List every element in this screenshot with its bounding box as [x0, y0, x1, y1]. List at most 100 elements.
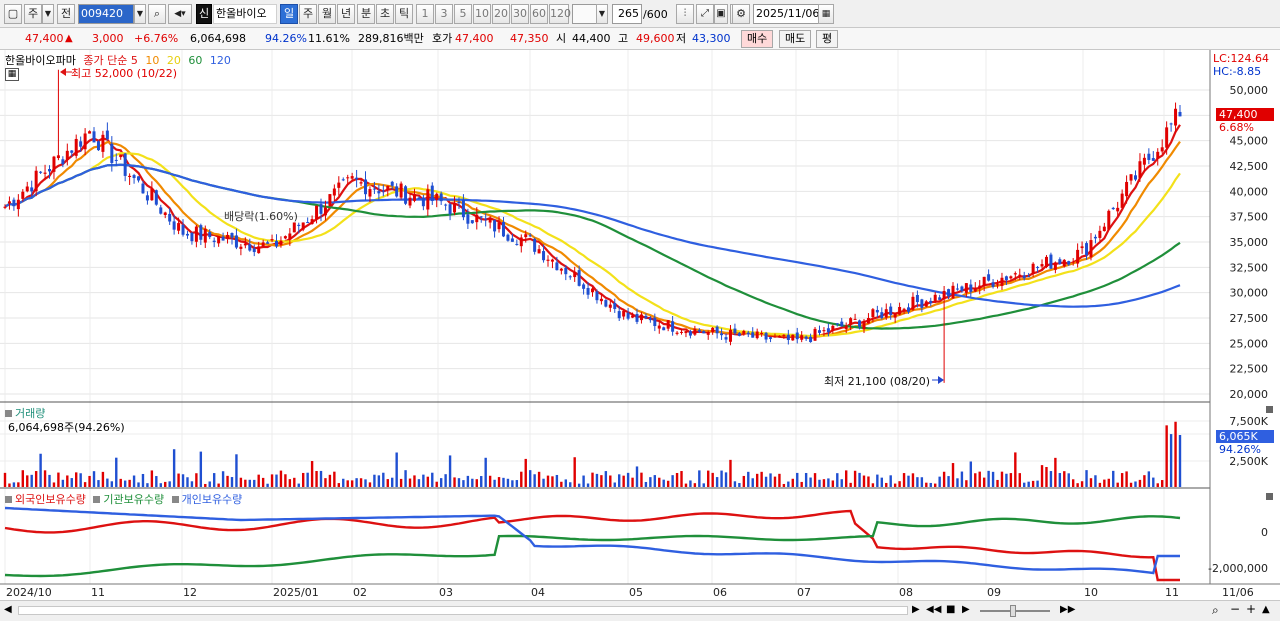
volume-bar — [444, 474, 447, 487]
volume-bar — [315, 470, 318, 487]
volume-bar — [359, 478, 363, 487]
period-second-button[interactable]: 초 — [376, 4, 394, 24]
chart-canvas[interactable]: 50,00047,50045,00042,50040,00037,50035,0… — [0, 50, 1280, 600]
interval-20-button[interactable]: 20 — [492, 4, 510, 24]
candle-body — [128, 175, 132, 178]
candle-body — [377, 191, 381, 194]
search-icon[interactable]: ⌕ — [1212, 603, 1219, 618]
period-week-button[interactable]: 주 — [299, 4, 317, 24]
interval-3-button[interactable]: 3 — [435, 4, 453, 24]
volume-bar — [978, 471, 981, 487]
gear-icon[interactable]: ⚙ — [732, 4, 750, 24]
volume-bar — [382, 472, 385, 487]
chevron-down-icon[interactable]: ▼ — [134, 4, 146, 24]
volume-bar — [221, 471, 225, 487]
table-toggle-icon[interactable]: ▦ — [5, 68, 19, 81]
candle-body — [688, 331, 692, 336]
step-icon[interactable]: ▶▶ — [1060, 604, 1075, 615]
stop-icon[interactable]: ■ — [946, 604, 955, 615]
candle-icon[interactable]: ⫶ — [676, 4, 694, 24]
panel-icon[interactable] — [171, 496, 179, 503]
chart-scrollbar[interactable]: ◀ ▶ ◀◀ ■ ▶ ▶▶ ⌕ − + ▲ — [0, 600, 1280, 621]
zoom-slider-handle[interactable] — [1010, 605, 1016, 617]
sound-icon[interactable]: ◀▾ — [168, 4, 192, 24]
period-minute-button[interactable]: 분 — [357, 4, 375, 24]
volume-bar — [951, 463, 955, 487]
candle-body — [942, 290, 946, 300]
candle-body — [1076, 249, 1080, 264]
candle-body — [163, 212, 167, 215]
interval-5-button[interactable]: 5 — [454, 4, 472, 24]
volume-bar — [1023, 482, 1026, 487]
volume-bar — [822, 479, 826, 487]
volume-bar — [30, 474, 33, 487]
candle-body — [1178, 111, 1182, 117]
window-icon[interactable]: ▢ — [4, 4, 22, 24]
volume-bar — [1018, 473, 1021, 487]
date-input[interactable]: 2025/11/06 — [753, 4, 825, 24]
candle-body — [466, 214, 470, 224]
period-day-button[interactable]: 일 — [280, 4, 298, 24]
period-tick-button[interactable]: 틱 — [395, 4, 413, 24]
candle-body — [969, 284, 973, 292]
chart-area[interactable]: 50,00047,50045,00042,50040,00037,50035,0… — [0, 50, 1280, 600]
interval-10-button[interactable]: 10 — [473, 4, 491, 24]
volume-bar — [1138, 479, 1142, 487]
volume-bar — [181, 474, 185, 487]
candle-body — [724, 337, 728, 340]
candle-body — [831, 325, 835, 331]
chevron-down-icon[interactable]: ▼ — [596, 4, 608, 24]
market-type-select[interactable]: 주 — [24, 4, 42, 24]
interval-120-button[interactable]: 120 — [549, 4, 571, 24]
volume-bar — [626, 472, 630, 487]
collapse-icon[interactable]: ▲ — [1262, 604, 1270, 615]
play-icon[interactable]: ▶ — [962, 604, 970, 615]
calendar-icon[interactable]: ▦ — [818, 4, 834, 24]
volume-bar — [337, 483, 341, 487]
scroll-right-icon[interactable]: ▶ — [912, 604, 920, 615]
scroll-track[interactable] — [18, 606, 908, 615]
open-label: 시 — [556, 32, 567, 45]
x-tick-label: 2024/10 — [6, 586, 52, 599]
volume-bar — [230, 477, 234, 487]
panel-icon[interactable] — [5, 496, 12, 503]
draw-icon[interactable]: ⤢ — [696, 4, 714, 24]
interval-30-button[interactable]: 30 — [511, 4, 529, 24]
candle-body — [190, 232, 194, 242]
interval-60-button[interactable]: 60 — [530, 4, 548, 24]
prev-button[interactable]: 전 — [57, 4, 75, 24]
volume-bar — [600, 475, 603, 487]
buy-button[interactable]: 매수 — [741, 30, 774, 48]
volume-bar — [582, 475, 585, 487]
rewind-icon[interactable]: ◀◀ — [926, 604, 941, 615]
candle-body — [48, 169, 52, 172]
x-tick-label: 12 — [183, 586, 197, 599]
stock-code-input[interactable]: 009420 — [78, 4, 134, 24]
chevron-down-icon[interactable]: ▼ — [42, 4, 54, 24]
candle-body — [902, 308, 906, 310]
interval-1-button[interactable]: 1 — [416, 4, 434, 24]
zoom-out-icon[interactable]: − — [1230, 602, 1240, 616]
sell-button[interactable]: 매도 — [779, 30, 812, 48]
period-month-button[interactable]: 월 — [318, 4, 336, 24]
panel-icon[interactable] — [5, 410, 12, 417]
candle-body — [782, 334, 786, 336]
search-icon[interactable]: ⌕ — [148, 4, 166, 24]
volume-bar — [83, 482, 87, 487]
period-year-button[interactable]: 년 — [337, 4, 355, 24]
scroll-left-icon[interactable]: ◀ — [4, 604, 12, 615]
volume-bar — [244, 479, 247, 487]
panel-icon[interactable] — [93, 496, 101, 503]
bar-count-input[interactable]: 265 — [612, 4, 642, 24]
candle-body — [955, 288, 959, 290]
candle-body — [929, 300, 933, 304]
candle-body — [671, 321, 675, 332]
eval-button[interactable]: 평 — [816, 30, 839, 48]
zoom-in-icon[interactable]: + — [1246, 602, 1256, 616]
volume-bar — [422, 474, 425, 487]
save-icon[interactable]: ▣ — [714, 4, 728, 24]
volume-bar — [195, 473, 198, 487]
candle-body — [720, 333, 724, 336]
y-tick-label: 30,000 — [1230, 287, 1269, 300]
volume-bar — [1054, 457, 1057, 487]
